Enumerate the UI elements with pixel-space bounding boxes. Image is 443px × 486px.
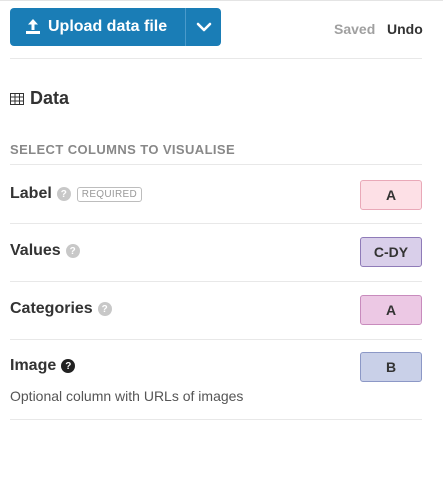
column-row-label: Label ? REQUIRED (10, 185, 142, 203)
undo-button[interactable]: Undo (387, 21, 423, 37)
data-title: Data (30, 88, 70, 108)
table-icon (10, 92, 24, 105)
image-column-hint: Optional column with URLs of images (10, 388, 244, 404)
column-row-image: Image ? (10, 357, 76, 375)
row-divider (10, 339, 422, 340)
top-border (0, 0, 443, 1)
column-label-label: Label (10, 185, 52, 202)
column-row-values: Values ? (10, 242, 80, 260)
upload-icon (26, 19, 40, 34)
column-image-label: Image (10, 357, 57, 374)
row-divider (10, 223, 422, 224)
row-divider (10, 419, 422, 420)
help-icon[interactable]: ? (61, 359, 76, 373)
required-badge: REQUIRED (76, 186, 142, 202)
help-icon[interactable]: ? (97, 302, 112, 316)
upload-button-label: Upload data file (48, 18, 168, 35)
toolbar: Upload data file Saved Undo (10, 8, 423, 46)
label-column-selector[interactable]: A (360, 180, 422, 210)
column-values-label: Values (10, 242, 61, 259)
column-categories-label: Categories (10, 300, 93, 317)
upload-button-group: Upload data file (10, 8, 221, 46)
upload-data-file-button[interactable]: Upload data file (10, 8, 185, 46)
row-divider (10, 281, 422, 282)
saved-status: Saved (334, 21, 376, 37)
upload-options-dropdown-button[interactable] (186, 8, 221, 46)
values-column-selector[interactable]: C-DY (360, 237, 422, 267)
image-column-selector[interactable]: B (360, 352, 422, 382)
help-icon[interactable]: ? (56, 187, 71, 201)
categories-column-selector[interactable]: A (360, 295, 422, 325)
section-divider (10, 164, 422, 165)
select-columns-label: SELECT COLUMNS TO VISUALISE (10, 142, 236, 157)
chevron-down-icon (196, 22, 211, 32)
column-row-categories: Categories ? (10, 300, 112, 318)
data-section-heading: Data (10, 88, 69, 109)
help-icon[interactable]: ? (65, 244, 80, 258)
toolbar-divider (10, 58, 422, 59)
